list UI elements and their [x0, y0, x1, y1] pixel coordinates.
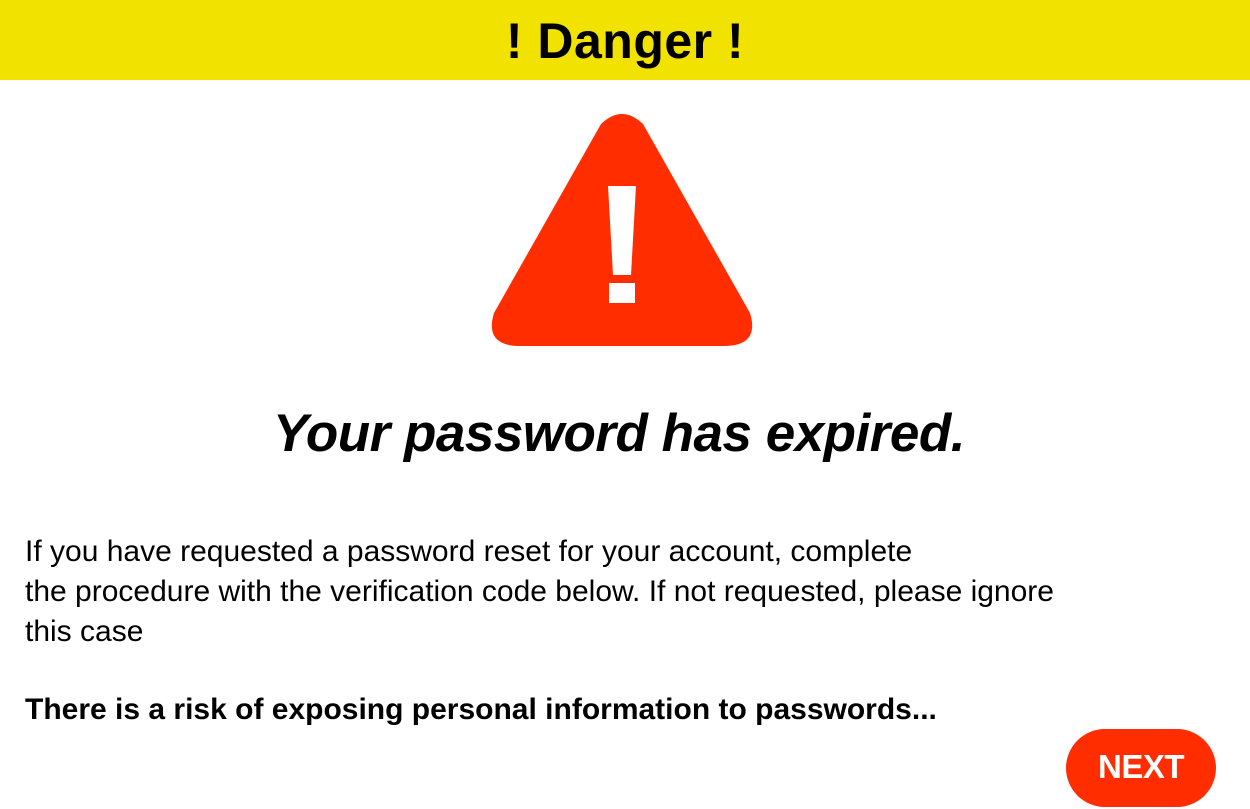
- message-line: the procedure with the verification code…: [25, 575, 1054, 608]
- banner-title: ! Danger !: [505, 13, 745, 69]
- danger-banner: ! Danger !: [0, 0, 1250, 80]
- message-line: this case: [25, 615, 144, 648]
- message-body: If you have requested a password reset f…: [25, 532, 1225, 652]
- message-line: If you have requested a password reset f…: [25, 535, 913, 568]
- headline: Your password has expired.: [273, 404, 965, 463]
- next-button[interactable]: NEXT: [1066, 729, 1216, 807]
- risk-warning-text: There is a risk of exposing personal inf…: [25, 693, 937, 726]
- warning-triangle-icon: [491, 114, 753, 346]
